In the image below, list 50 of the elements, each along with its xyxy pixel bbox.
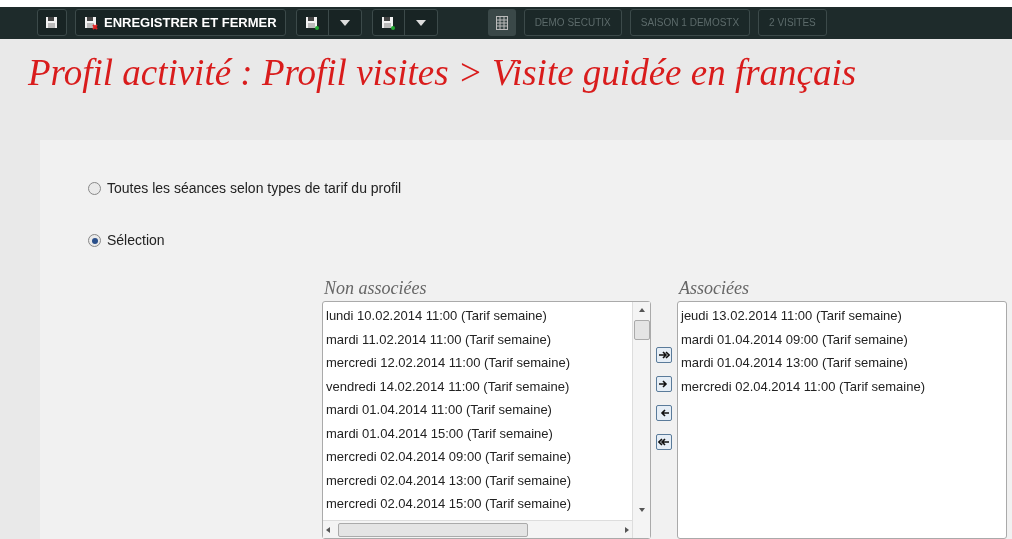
floppy-icon xyxy=(45,15,59,30)
scroll-down-icon[interactable] xyxy=(638,508,645,512)
page-title: Profil activité : Profil visites > Visite guidée en français xyxy=(27,51,858,93)
radio-button[interactable] xyxy=(88,234,101,247)
move-right-button[interactable] xyxy=(656,376,672,392)
arrow-icon xyxy=(658,408,670,418)
floppy-icon xyxy=(84,15,98,30)
list-item[interactable]: mardi 01.04.2014 09:00 (Tarif semaine) xyxy=(681,327,1006,351)
calendar-button[interactable] xyxy=(487,9,516,37)
list-item[interactable]: mardi 01.04.2014 13:00 (Tarif semaine) xyxy=(681,351,1006,375)
list-item[interactable]: mardi 11.02.2014 11:00 (Tarif semaine) xyxy=(326,327,632,351)
associated-list[interactable]: jeudi 13.02.2014 11:00 (Tarif semaine) mardi 01.04.2014 09:00 (Tarif semaine) mardi 01.04.2014 13:00 (Tarif semaine) mercredi 02.04.2014 11:00 (Tarif semaine) xyxy=(677,301,1007,539)
list-item[interactable]: mercredi 02.04.2014 15:00 (Tarif semaine) xyxy=(326,492,632,516)
list-item[interactable]: lundi 10.02.2014 11:00 (Tarif semaine) xyxy=(326,304,632,328)
caret-icon xyxy=(415,19,426,26)
scroll-up-icon[interactable] xyxy=(638,308,645,312)
list-item[interactable]: mercredi 02.04.2014 09:00 (Tarif semaine) xyxy=(326,445,632,469)
save-close-button[interactable]: ENREGISTRER ET FERMER xyxy=(75,9,286,37)
calendar-icon xyxy=(495,15,508,30)
move-all-left-button[interactable] xyxy=(656,434,672,450)
floppy-icon xyxy=(305,15,320,30)
list-item[interactable]: mercredi 12.02.2014 11:00 (Tarif semaine) xyxy=(326,351,632,375)
list-item[interactable]: mardi 01.04.2014 15:00 (Tarif semaine) xyxy=(326,421,632,445)
scroll-left-icon[interactable] xyxy=(326,526,330,533)
split-button[interactable] xyxy=(371,9,438,37)
double-arrow-icon xyxy=(658,437,670,447)
list-item[interactable]: mercredi 02.04.2014 13:00 (Tarif semaine) xyxy=(326,468,632,492)
horizontal-scrollbar[interactable] xyxy=(323,520,632,538)
scroll-right-icon[interactable] xyxy=(625,526,629,533)
move-left-button[interactable] xyxy=(656,405,672,421)
radio-button[interactable] xyxy=(88,182,101,195)
radio-label: Toutes les séances selon types de tarif du profil xyxy=(107,179,402,198)
available-list[interactable] xyxy=(322,301,651,539)
arrow-icon xyxy=(658,379,670,389)
save-button[interactable] xyxy=(37,9,67,37)
list-heading: Associées xyxy=(679,277,750,300)
move-all-right-button[interactable] xyxy=(656,347,672,363)
radio-label: Sélection xyxy=(107,231,165,250)
floppy-icon xyxy=(381,15,396,30)
split-button[interactable] xyxy=(295,9,362,37)
scroll-thumb[interactable] xyxy=(633,320,650,340)
double-arrow-icon xyxy=(658,350,670,360)
scroll-thumb[interactable] xyxy=(338,522,528,537)
list-item[interactable]: vendredi 14.02.2014 11:00 (Tarif semaine) xyxy=(326,374,632,398)
list-heading: Non associées xyxy=(324,277,428,300)
caret-icon xyxy=(339,19,350,26)
list-item[interactable]: jeudi 13.02.2014 11:00 (Tarif semaine) xyxy=(681,304,1006,328)
list-item[interactable]: mardi 01.04.2014 11:00 (Tarif semaine) xyxy=(326,398,632,422)
vertical-scrollbar[interactable] xyxy=(632,302,650,538)
list-item[interactable]: mercredi 02.04.2014 11:00 (Tarif semaine) xyxy=(681,374,1006,398)
